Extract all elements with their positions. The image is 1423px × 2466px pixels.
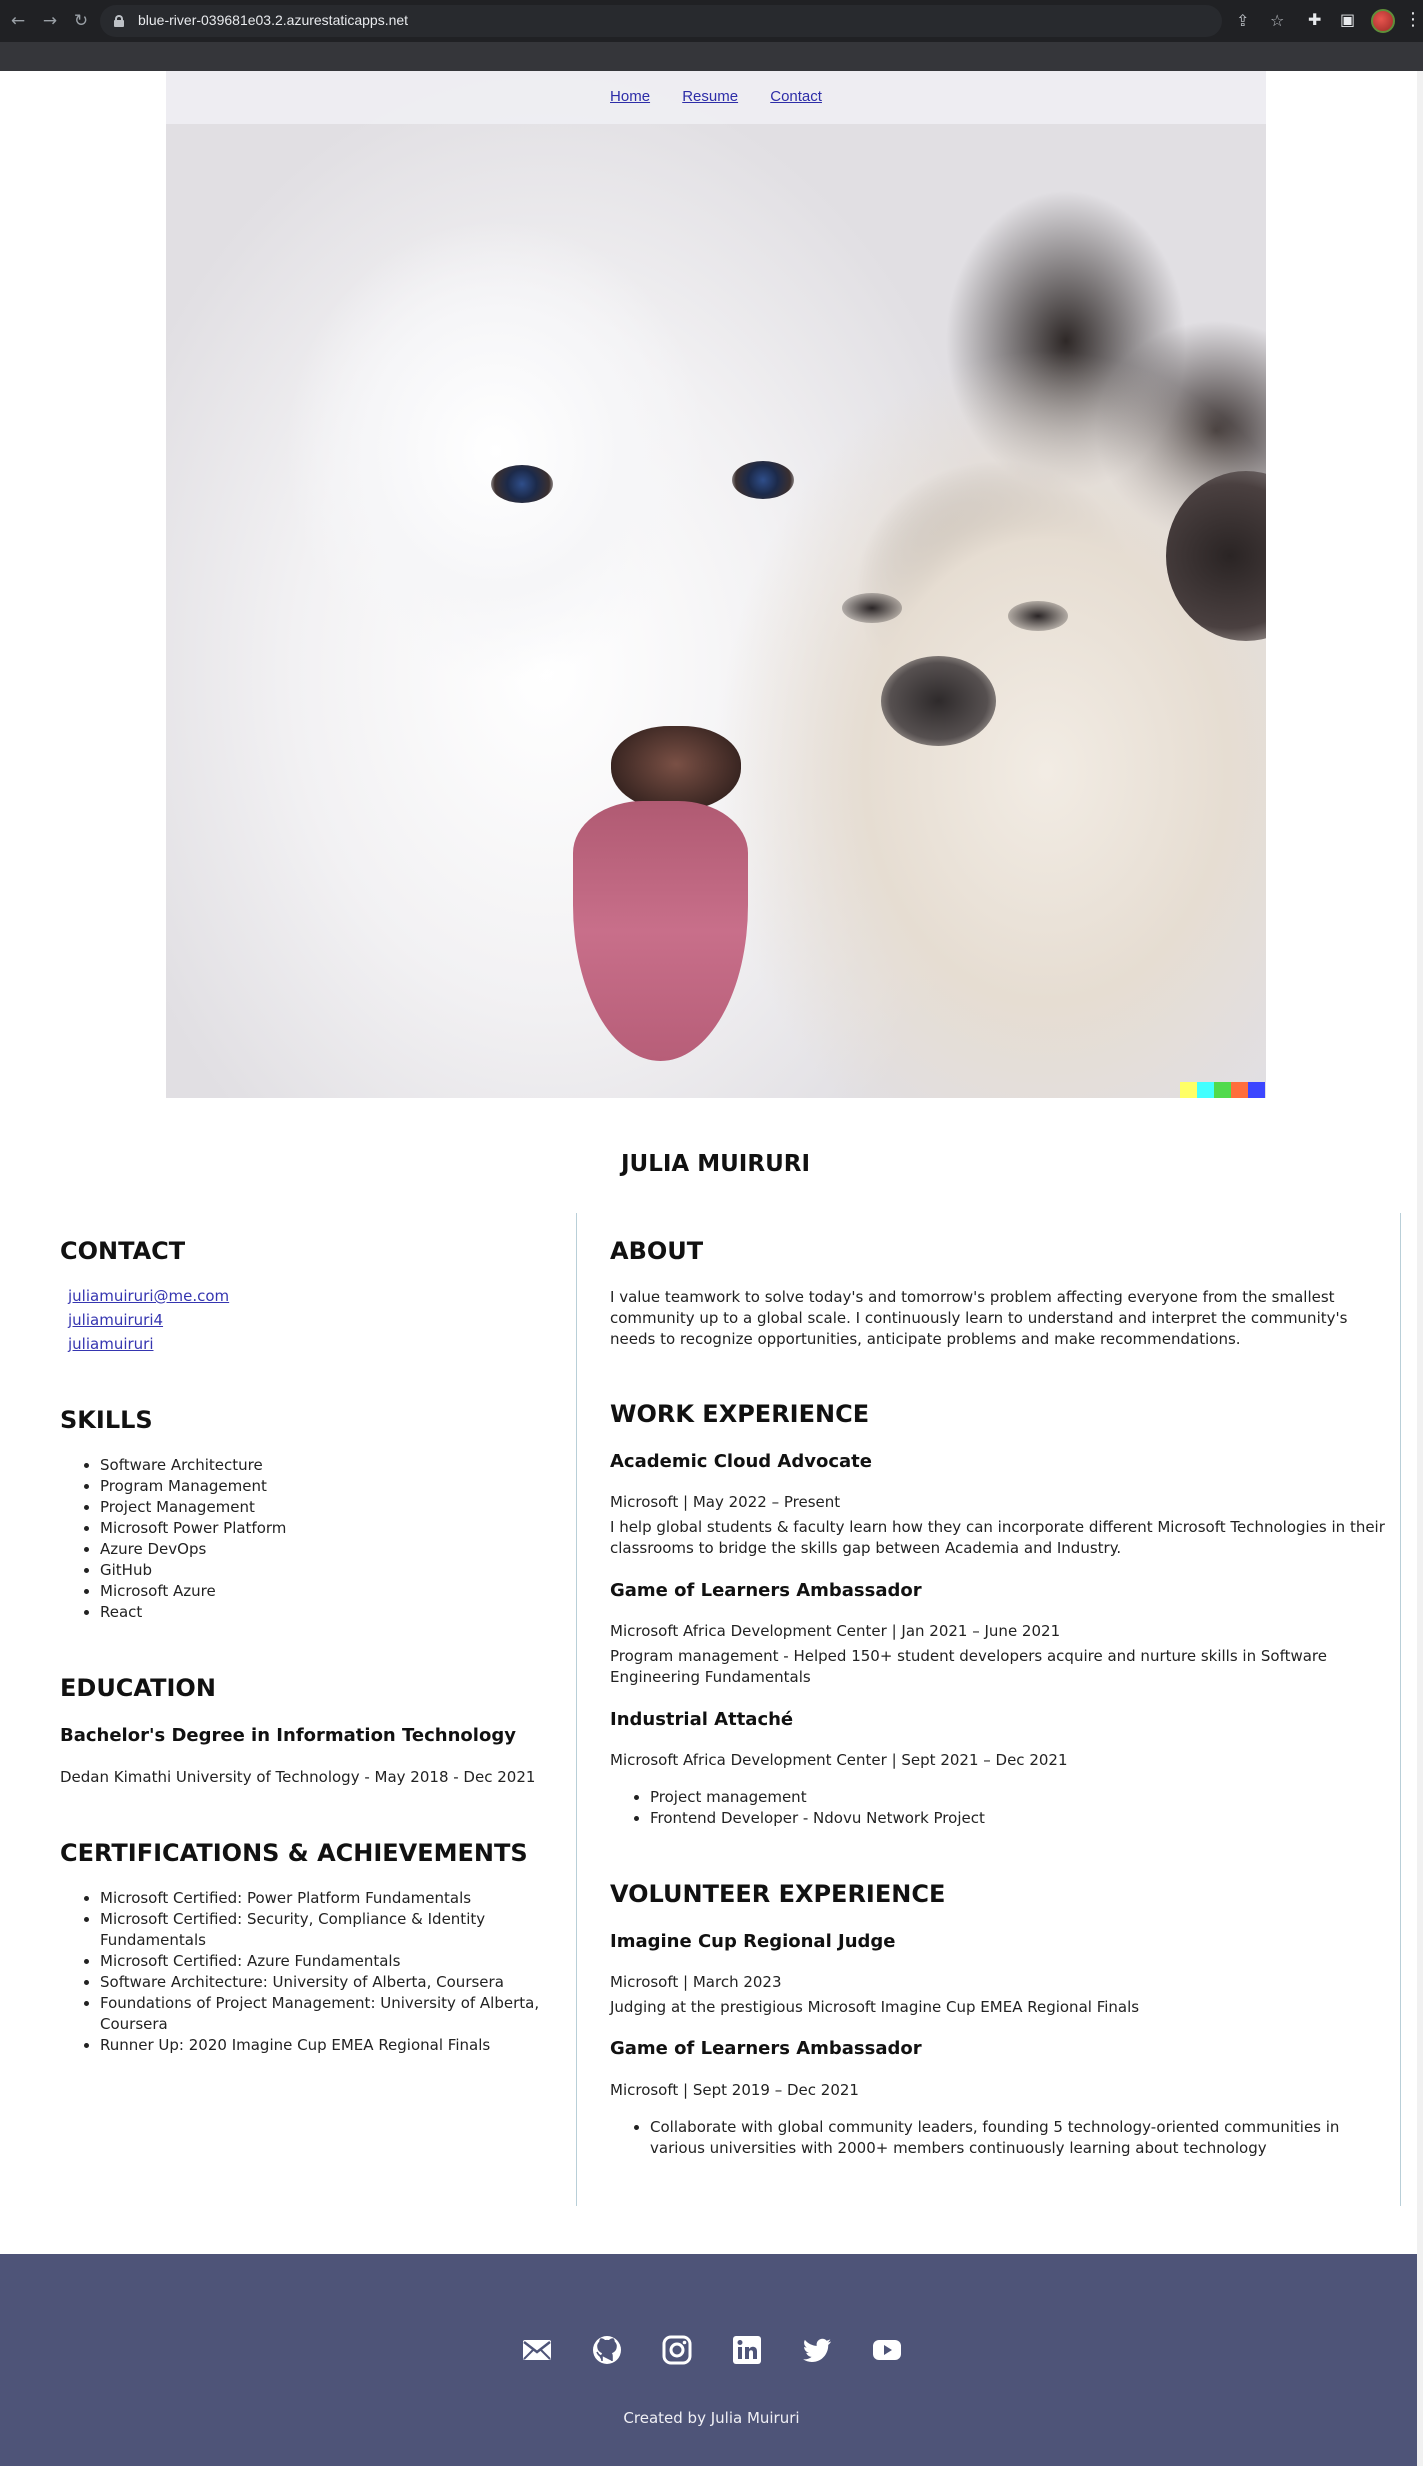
certification-item: Microsoft Certified: Power Platform Fund… xyxy=(100,1888,540,1909)
linkedin-icon[interactable] xyxy=(731,2334,763,2366)
job-bullets: Project management Frontend Developer - … xyxy=(610,1787,1385,1829)
volunteer-heading: VOLUNTEER EXPERIENCE xyxy=(610,1880,946,1908)
youtube-icon[interactable] xyxy=(871,2334,903,2366)
reload-icon[interactable]: ↻ xyxy=(71,11,91,31)
nav-resume-link[interactable]: Resume xyxy=(682,88,738,105)
side-panel-icon[interactable]: ▣ xyxy=(1340,10,1355,30)
certification-item: Runner Up: 2020 Imagine Cup EMEA Regiona… xyxy=(100,2035,540,2056)
volunteer-role-meta: Microsoft | Sept 2019 – Dec 2021 xyxy=(610,2081,859,2099)
certifications-heading: CERTIFICATIONS & ACHIEVEMENTS xyxy=(60,1839,528,1867)
skills-heading: SKILLS xyxy=(60,1406,153,1434)
watermark-swatch xyxy=(1248,1082,1265,1098)
dog-nose xyxy=(611,726,741,811)
degree-title: Bachelor's Degree in Information Technol… xyxy=(60,1725,516,1746)
mail-icon[interactable] xyxy=(521,2334,553,2366)
browser-chrome: ← → ↻ blue-river-039681e03.2.azurestatic… xyxy=(0,0,1423,71)
instagram-icon[interactable] xyxy=(661,2334,693,2366)
page-title-name: JULIA MUIRURI xyxy=(620,1151,811,1177)
top-nav: Home Resume Contact xyxy=(166,88,1266,105)
volunteer-bullet: Collaborate with global community leader… xyxy=(650,2117,1385,2159)
skill-item: GitHub xyxy=(100,1560,540,1581)
cat-ear xyxy=(1166,471,1266,641)
dog-eye-left xyxy=(491,465,553,503)
github-link[interactable]: juliamuiruri4 xyxy=(68,1311,163,1329)
education-heading: EDUCATION xyxy=(60,1674,216,1702)
nav-home-link[interactable]: Home xyxy=(610,88,650,105)
job-meta: Microsoft | May 2022 – Present xyxy=(610,1493,841,1511)
dog-tongue xyxy=(573,801,748,1061)
page-scrollbar[interactable] xyxy=(1417,71,1423,2466)
url-text[interactable]: blue-river-039681e03.2.azurestaticapps.n… xyxy=(138,12,408,28)
browser-menu-icon[interactable]: ⋮ xyxy=(1404,10,1422,30)
extensions-icon[interactable]: ✚ xyxy=(1308,10,1321,30)
footer-credit: Created by Julia Muiruri xyxy=(623,2409,800,2427)
cat-eye-left xyxy=(842,593,902,623)
column-divider xyxy=(576,1213,577,2206)
job-description: I help global students & faculty learn h… xyxy=(610,1518,1385,1557)
degree-detail: Dedan Kimathi University of Technology -… xyxy=(60,1768,536,1786)
nav-contact-link[interactable]: Contact xyxy=(770,88,822,105)
certification-item: Microsoft Certified: Azure Fundamentals xyxy=(100,1951,540,1972)
cat-nose xyxy=(881,656,996,746)
skill-item: React xyxy=(100,1602,540,1623)
social-link[interactable]: juliamuiruri xyxy=(68,1335,154,1353)
cat-eye-right xyxy=(1008,601,1068,631)
bookmark-star-icon[interactable]: ☆ xyxy=(1270,12,1284,30)
about-text: I value teamwork to solve today's and to… xyxy=(610,1288,1348,1348)
github-icon[interactable] xyxy=(591,2334,623,2366)
lock-icon[interactable] xyxy=(114,15,124,27)
certifications-list: Microsoft Certified: Power Platform Fund… xyxy=(60,1888,540,2056)
job-description: Program management - Helped 150+ student… xyxy=(610,1647,1327,1686)
watermark-swatch xyxy=(1197,1082,1214,1098)
certification-item: Microsoft Certified: Security, Complianc… xyxy=(100,1909,540,1951)
browser-toolbar: ← → ↻ blue-river-039681e03.2.azurestatic… xyxy=(0,0,1423,42)
about-heading: ABOUT xyxy=(610,1237,704,1265)
job-meta: Microsoft Africa Development Center | Se… xyxy=(610,1751,1068,1769)
skill-item: Microsoft Power Platform xyxy=(100,1518,540,1539)
hero-image-dog-and-cat xyxy=(166,71,1266,1098)
certification-item: Software Architecture: University of Alb… xyxy=(100,1972,540,1993)
contact-heading: CONTACT xyxy=(60,1237,186,1265)
profile-avatar[interactable] xyxy=(1371,9,1395,33)
volunteer-bullets: Collaborate with global community leader… xyxy=(610,2117,1385,2159)
job-title: Game of Learners Ambassador xyxy=(610,1580,922,1601)
social-icons xyxy=(0,2334,1423,2366)
watermark-swatch xyxy=(1214,1082,1231,1098)
skill-item: Program Management xyxy=(100,1476,540,1497)
dog-eye-right xyxy=(732,461,794,499)
watermark-swatch xyxy=(1180,1082,1197,1098)
work-heading: WORK EXPERIENCE xyxy=(610,1400,870,1428)
twitter-icon[interactable] xyxy=(801,2334,833,2366)
job-title: Industrial Attaché xyxy=(610,1709,794,1730)
skill-item: Microsoft Azure xyxy=(100,1581,540,1602)
address-bar[interactable]: blue-river-039681e03.2.azurestaticapps.n… xyxy=(100,5,1284,37)
back-icon[interactable]: ← xyxy=(8,11,28,31)
watermark-swatch xyxy=(1231,1082,1248,1098)
right-border xyxy=(1400,1213,1401,2206)
volunteer-role-description: Judging at the prestigious Microsoft Ima… xyxy=(610,1998,1140,2016)
forward-icon[interactable]: → xyxy=(40,11,60,31)
email-link[interactable]: juliamuiruri@me.com xyxy=(68,1287,229,1305)
job-title: Academic Cloud Advocate xyxy=(610,1451,872,1472)
job-bullet: Project management xyxy=(650,1787,1385,1808)
certification-item: Foundations of Project Management: Unive… xyxy=(100,1993,540,2035)
volunteer-role-meta: Microsoft | March 2023 xyxy=(610,1973,782,1991)
share-icon[interactable]: ⇪ xyxy=(1236,12,1249,30)
job-bullet: Frontend Developer - Ndovu Network Proje… xyxy=(650,1808,1385,1829)
skill-item: Software Architecture xyxy=(100,1455,540,1476)
job-meta: Microsoft Africa Development Center | Ja… xyxy=(610,1622,1061,1640)
volunteer-role-title: Game of Learners Ambassador xyxy=(610,2038,922,2059)
skill-item: Project Management xyxy=(100,1497,540,1518)
image-watermark xyxy=(1180,1082,1265,1098)
skills-list: Software Architecture Program Management… xyxy=(60,1455,540,1623)
skill-item: Azure DevOps xyxy=(100,1539,540,1560)
volunteer-role-title: Imagine Cup Regional Judge xyxy=(610,1931,896,1952)
